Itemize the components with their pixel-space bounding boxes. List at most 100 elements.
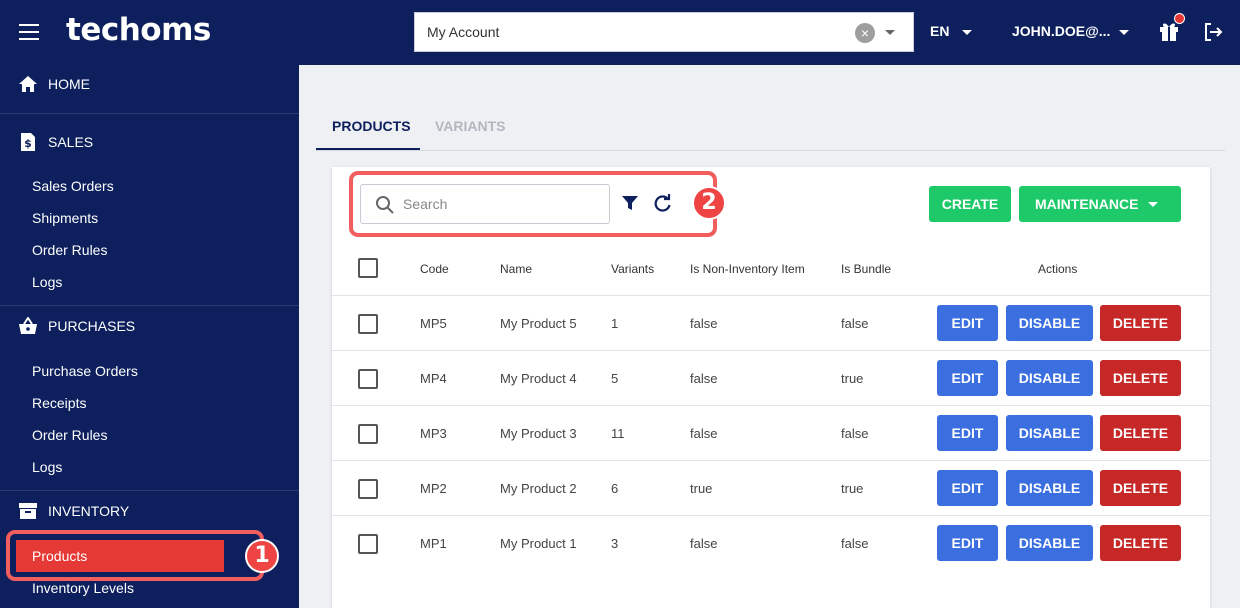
maintenance-button-label: MAINTENANCE (1035, 196, 1139, 212)
cell-name: My Product 5 (500, 316, 577, 331)
maintenance-button[interactable]: MAINTENANCE (1019, 186, 1181, 222)
tab-bar: PRODUCTS VARIANTS (316, 110, 1225, 151)
divider (0, 305, 299, 306)
edit-button[interactable]: EDIT (937, 305, 998, 341)
sidebar-section-label: INVENTORY (48, 503, 130, 519)
disable-button[interactable]: DISABLE (1006, 525, 1093, 561)
cell-variants: 11 (611, 426, 625, 441)
notification-dot (1174, 13, 1185, 24)
chevron-down-icon[interactable] (885, 30, 895, 35)
home-icon (19, 76, 37, 92)
row-divider (332, 295, 1210, 296)
cell-bundle: false (841, 316, 869, 331)
sidebar-item-shipments[interactable]: Shipments (32, 210, 98, 226)
gift-icon[interactable] (1159, 13, 1185, 42)
account-select-value: My Account (427, 24, 500, 40)
sidebar-section-inventory[interactable]: INVENTORY (18, 502, 129, 520)
row-checkbox[interactable] (358, 369, 378, 389)
tab-products[interactable]: PRODUCTS (332, 118, 411, 134)
sidebar-item-receipts[interactable]: Receipts (32, 395, 86, 411)
cell-code: MP4 (420, 371, 447, 386)
row-divider (332, 515, 1210, 516)
row-checkbox[interactable] (358, 534, 378, 554)
chevron-down-icon[interactable] (1119, 30, 1129, 35)
chevron-down-icon (1148, 202, 1158, 207)
chevron-down-icon[interactable] (962, 30, 972, 35)
delete-button[interactable]: DELETE (1100, 360, 1181, 396)
annotation-badge: 2 (692, 186, 726, 220)
logo: techoms (66, 12, 211, 48)
highlight-box (6, 530, 264, 581)
edit-button[interactable]: EDIT (937, 360, 998, 396)
sidebar-item-logs[interactable]: Logs (32, 459, 62, 475)
row-checkbox[interactable] (358, 424, 378, 444)
cell-bundle: true (841, 371, 864, 386)
user-menu[interactable]: JOHN.DOE@... (1012, 23, 1110, 39)
sidebar-section-label: PURCHASES (48, 318, 136, 334)
sidebar-section-label: SALES (48, 134, 94, 150)
disable-button[interactable]: DISABLE (1006, 305, 1093, 341)
top-bar: techoms My Account × EN JOHN.DOE@... (0, 0, 1240, 65)
sidebar-item-sales-orders[interactable]: Sales Orders (32, 178, 114, 194)
menu-icon[interactable] (19, 24, 39, 40)
disable-button[interactable]: DISABLE (1006, 470, 1093, 506)
cell-code: MP3 (420, 426, 447, 441)
svg-text:$: $ (24, 137, 32, 150)
sidebar-section-label: HOME (48, 76, 90, 92)
clear-icon[interactable]: × (855, 23, 875, 43)
sidebar: HOME $ SALES Sales Orders Shipments Orde… (0, 65, 299, 608)
column-header-non-inventory[interactable]: Is Non-Inventory Item (690, 262, 805, 276)
cell-non-inventory: false (690, 536, 718, 551)
cell-non-inventory: false (690, 316, 718, 331)
delete-button[interactable]: DELETE (1100, 415, 1181, 451)
cell-name: My Product 2 (500, 481, 577, 496)
delete-button[interactable]: DELETE (1100, 525, 1181, 561)
tab-variants[interactable]: VARIANTS (435, 118, 506, 134)
archive-icon (19, 503, 37, 519)
sidebar-item-inventory-levels[interactable]: Inventory Levels (32, 580, 134, 596)
sidebar-item-logs[interactable]: Logs (32, 274, 62, 290)
edit-button[interactable]: EDIT (937, 415, 998, 451)
select-all-checkbox[interactable] (358, 258, 378, 278)
column-header-variants[interactable]: Variants (611, 262, 654, 276)
cell-bundle: true (841, 481, 864, 496)
column-header-name[interactable]: Name (500, 262, 532, 276)
disable-button[interactable]: DISABLE (1006, 360, 1093, 396)
products-card: Search 2 CREATE MAINTENANCE Code Name Va… (332, 167, 1210, 608)
divider (0, 113, 299, 114)
divider (0, 490, 299, 491)
create-button[interactable]: CREATE (929, 186, 1011, 222)
cell-non-inventory: false (690, 426, 718, 441)
cell-non-inventory: true (690, 481, 713, 496)
sidebar-section-sales[interactable]: $ SALES (18, 132, 93, 152)
delete-button[interactable]: DELETE (1100, 470, 1181, 506)
row-divider (332, 350, 1210, 351)
sidebar-item-order-rules[interactable]: Order Rules (32, 427, 107, 443)
row-checkbox[interactable] (358, 314, 378, 334)
logout-icon[interactable] (1202, 21, 1224, 43)
disable-button[interactable]: DISABLE (1006, 415, 1093, 451)
cell-name: My Product 3 (500, 426, 577, 441)
tab-indicator (316, 148, 420, 150)
sidebar-item-purchase-orders[interactable]: Purchase Orders (32, 363, 138, 379)
sidebar-item-order-rules[interactable]: Order Rules (32, 242, 107, 258)
column-header-code[interactable]: Code (420, 262, 449, 276)
sidebar-section-home[interactable]: HOME (18, 75, 90, 93)
cell-variants: 3 (611, 536, 619, 551)
language-select[interactable]: EN (930, 23, 949, 39)
cell-bundle: false (841, 536, 869, 551)
cell-code: MP2 (420, 481, 447, 496)
column-header-bundle[interactable]: Is Bundle (841, 262, 891, 276)
cell-name: My Product 1 (500, 536, 577, 551)
invoice-icon: $ (21, 133, 35, 151)
cell-name: My Product 4 (500, 371, 577, 386)
account-select[interactable]: My Account × (414, 12, 914, 52)
edit-button[interactable]: EDIT (937, 525, 998, 561)
cell-variants: 5 (611, 371, 619, 386)
edit-button[interactable]: EDIT (937, 470, 998, 506)
column-header-actions: Actions (1038, 262, 1078, 276)
sidebar-section-purchases[interactable]: PURCHASES (18, 317, 135, 335)
cell-variants: 1 (611, 316, 619, 331)
row-checkbox[interactable] (358, 479, 378, 499)
delete-button[interactable]: DELETE (1100, 305, 1181, 341)
